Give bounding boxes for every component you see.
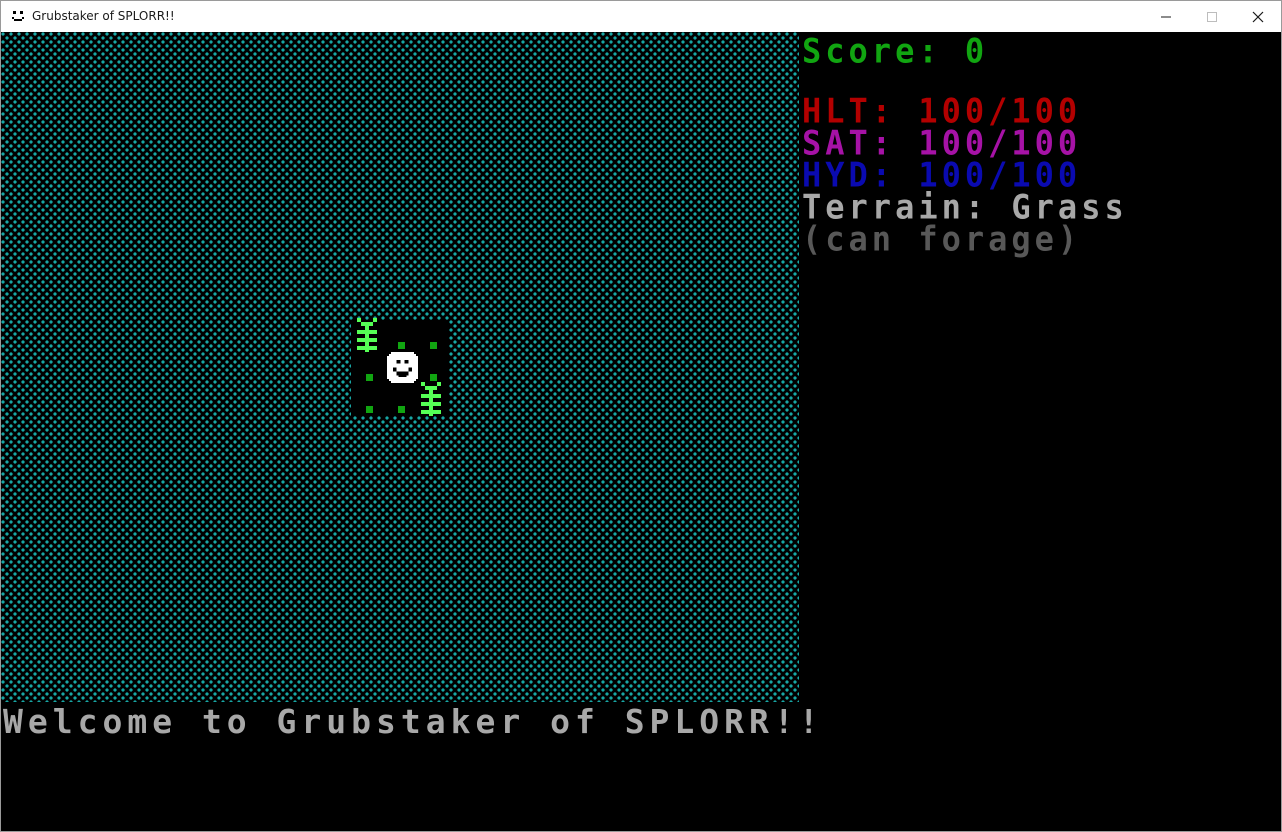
window-title: Grubstaker of SPLORR!! [32,9,175,23]
grass-tile [430,374,437,381]
grass-tile [366,374,373,381]
world-map[interactable] [1,32,799,702]
smiley-player-icon [387,352,418,383]
title-bar[interactable]: Grubstaker of SPLORR!! [1,1,1281,32]
minimize-icon [1161,16,1171,17]
forage-plant-icon [357,318,377,352]
grass-tile [430,342,437,349]
forage-plant-icon [421,382,441,416]
game-screen[interactable]: Score: 0 HLT: 100/100 SAT: 100/100 HYD: … [1,32,1281,831]
maximize-button[interactable] [1189,1,1235,32]
game-window: Grubstaker of SPLORR!! Score: 0 HLT: 100… [0,0,1282,832]
grass-tile [398,406,405,413]
close-button[interactable] [1235,1,1281,32]
smiley-app-icon [10,8,26,24]
terrain-note: (can forage) [802,218,1082,259]
close-icon [1252,11,1264,22]
score-display: Score: 0 [802,30,989,71]
grass-tile [366,406,373,413]
message-log-line: Welcome to Grubstaker of SPLORR!! [3,702,824,741]
minimize-button[interactable] [1143,1,1189,32]
grass-tile [398,342,405,349]
maximize-icon [1207,11,1217,22]
